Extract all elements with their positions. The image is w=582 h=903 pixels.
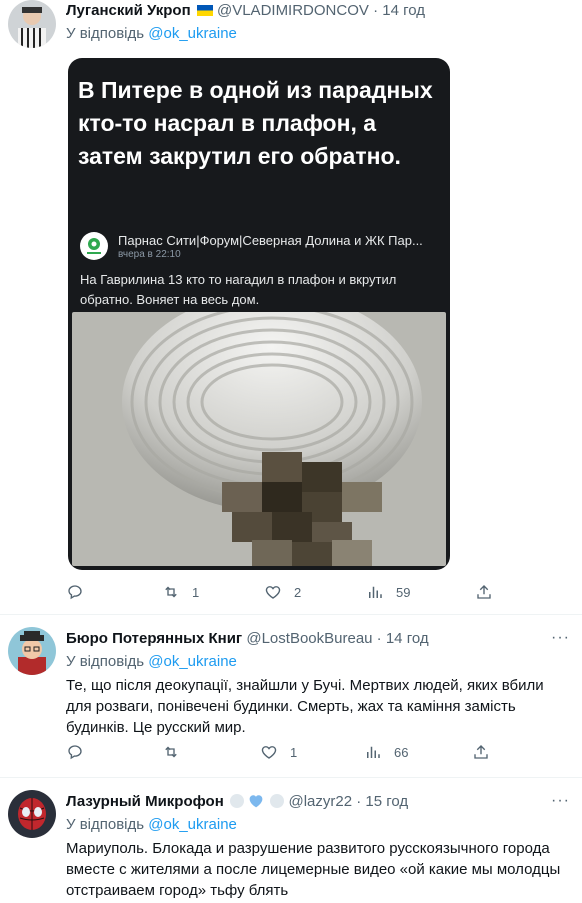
views-icon [369, 586, 382, 598]
display-name[interactable]: Лазурный Микрофон [66, 793, 224, 810]
like-icon [265, 586, 281, 599]
reply-mention-link[interactable]: @ok_ukraine [148, 653, 237, 670]
retweet-button[interactable]: 1 [162, 583, 199, 601]
reply-icon [68, 745, 82, 760]
retweet-icon [165, 746, 177, 758]
tweet-2[interactable]: Бюро Потерянных Книг @LostBookBureau · 1… [0, 615, 582, 778]
like-count: 2 [294, 584, 302, 600]
handle[interactable]: @lazyr22 [288, 793, 352, 810]
display-name[interactable]: Бюро Потерянных Книг [66, 630, 242, 647]
reply-button[interactable] [66, 743, 96, 761]
tweet-3[interactable]: Лазурный Микрофон @lazyr22 · 15 год ··· … [0, 778, 582, 903]
separator: · [376, 630, 382, 647]
handle[interactable]: @LostBookBureau [246, 630, 372, 647]
post-time: вчера в 22:10 [118, 249, 181, 260]
views-icon [367, 746, 380, 758]
like-button[interactable]: 2 [264, 583, 301, 601]
avatar[interactable] [8, 790, 56, 838]
avatar[interactable] [8, 627, 56, 675]
more-options-button[interactable]: ··· [551, 792, 570, 810]
reply-button[interactable] [66, 583, 96, 601]
like-count: 1 [290, 744, 298, 760]
media-image[interactable]: В Питере в одной из парадных кто-то наср… [68, 58, 450, 570]
reply-context: У відповідь @ok_ukraine [66, 25, 237, 42]
share-button[interactable] [472, 743, 490, 761]
reply-prefix: У відповідь [66, 653, 145, 670]
tweet-text: Мариуполь. Блокада и разрушение развитог… [66, 840, 561, 899]
tweet-text: Те, що після деокупації, знайшли у Бучі.… [66, 677, 544, 736]
post-text: На Гаврилина 13 кто то нагадил в плафон … [80, 272, 397, 307]
blue-heart-icon [248, 794, 264, 812]
forum-logo-icon [80, 232, 108, 260]
reply-icon [68, 585, 82, 600]
tweet-header: Бюро Потерянных Книг @LostBookBureau · 1… [66, 630, 582, 647]
tweet-header: Лазурный Микрофон @lazyr22 · 15 год [66, 793, 582, 812]
timestamp[interactable]: 15 год [365, 793, 408, 810]
handle[interactable]: @VLADIMIRDONCOV [217, 2, 369, 19]
more-options-button[interactable]: ··· [551, 629, 570, 647]
reply-prefix: У відповідь [66, 816, 145, 833]
reply-mention-link[interactable]: @ok_ukraine [148, 25, 237, 42]
avatar[interactable] [8, 0, 56, 48]
separator: · [356, 793, 362, 810]
share-icon [477, 585, 491, 599]
ukraine-flag-icon [196, 5, 213, 16]
share-icon [474, 745, 488, 759]
reply-context: У відповідь @ok_ukraine [66, 816, 237, 833]
forum-name: Парнас Сити|Форум|Северная Долина и ЖК П… [118, 233, 423, 248]
views-button[interactable]: 59 [366, 583, 410, 601]
tweet-header: Луганский Укроп @VLADIMIRDONCOV · 14 год [66, 2, 582, 19]
retweet-count: 1 [192, 584, 200, 600]
display-name[interactable]: Луганский Укроп [66, 2, 191, 19]
timestamp[interactable]: 14 год [382, 2, 425, 19]
white-circle-icon [270, 794, 285, 808]
reply-mention-link[interactable]: @ok_ukraine [148, 816, 237, 833]
tweet-1[interactable]: Луганский Укроп @VLADIMIRDONCOV · 14 год… [0, 0, 582, 615]
timestamp[interactable]: 14 год [386, 630, 429, 647]
like-button[interactable]: 1 [260, 743, 297, 761]
white-circle-icon [229, 794, 244, 808]
like-icon [261, 746, 277, 759]
lampshade-photo [72, 312, 446, 566]
tweet-actions: 1 66 [66, 743, 562, 767]
reply-context: У відповідь @ok_ukraine [66, 653, 237, 670]
views-button[interactable]: 66 [364, 743, 408, 761]
tweet-actions: 1 2 59 [66, 583, 562, 607]
media-headline: В Питере в одной из парадных кто-то наср… [78, 77, 433, 169]
views-count: 66 [394, 744, 409, 760]
separator: · [373, 2, 379, 19]
share-button[interactable] [475, 583, 493, 601]
views-count: 59 [396, 584, 411, 600]
retweet-button[interactable] [162, 743, 192, 761]
reply-prefix: У відповідь [66, 25, 145, 42]
retweet-icon [165, 586, 177, 598]
